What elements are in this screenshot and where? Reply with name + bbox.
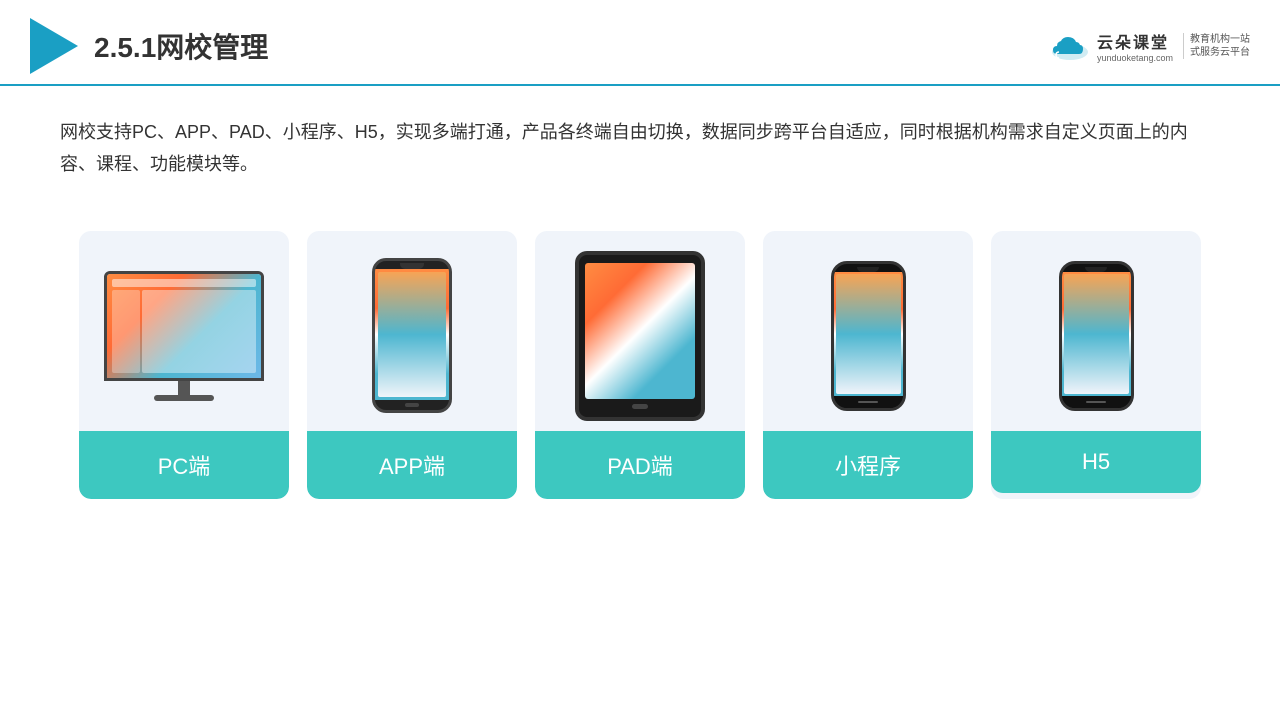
device-cards: PC端 APP端 PAD端 xyxy=(0,201,1280,519)
card-h5-image xyxy=(991,231,1201,431)
cloud-icon xyxy=(1049,30,1091,62)
card-pad-image xyxy=(535,231,745,431)
tablet-pad-icon xyxy=(575,251,705,421)
header-right: 云朵课堂 yunduoketang.com 教育机构一站式服务云平台 xyxy=(1049,29,1250,63)
card-miniapp: 小程序 xyxy=(763,231,973,499)
card-pc-label: PC端 xyxy=(79,431,289,499)
card-pc-image xyxy=(79,231,289,431)
card-app: APP端 xyxy=(307,231,517,499)
description-paragraph: 网校支持PC、APP、PAD、小程序、H5，实现多端打通，产品各终端自由切换，数… xyxy=(60,116,1220,181)
brand-url: yunduoketang.com xyxy=(1097,53,1173,63)
brand-logo: 云朵课堂 yunduoketang.com 教育机构一站式服务云平台 xyxy=(1049,29,1250,63)
card-pc: PC端 xyxy=(79,231,289,499)
card-pad: PAD端 xyxy=(535,231,745,499)
card-miniapp-label: 小程序 xyxy=(763,431,973,499)
phone-app-icon xyxy=(372,258,452,413)
card-app-image xyxy=(307,231,517,431)
card-app-label: APP端 xyxy=(307,431,517,499)
card-h5-label: H5 xyxy=(991,431,1201,493)
page-header: 2.5.1网校管理 云朵课堂 yunduoketang.com 教育机构一站式服… xyxy=(0,0,1280,86)
logo-triangle-icon xyxy=(30,18,78,74)
pc-monitor-icon xyxy=(104,271,264,401)
brand-name: 云朵课堂 xyxy=(1097,29,1169,53)
phone-miniapp-icon xyxy=(831,261,906,411)
description-text: 网校支持PC、APP、PAD、小程序、H5，实现多端打通，产品各终端自由切换，数… xyxy=(0,86,1280,191)
phone-h5-icon xyxy=(1059,261,1134,411)
card-miniapp-image xyxy=(763,231,973,431)
brand-slogan: 教育机构一站式服务云平台 xyxy=(1183,33,1250,59)
page-title: 2.5.1网校管理 xyxy=(94,26,268,66)
header-left: 2.5.1网校管理 xyxy=(30,18,268,74)
brand-text: 云朵课堂 yunduoketang.com xyxy=(1097,29,1173,63)
card-pad-label: PAD端 xyxy=(535,431,745,499)
card-h5: H5 xyxy=(991,231,1201,499)
